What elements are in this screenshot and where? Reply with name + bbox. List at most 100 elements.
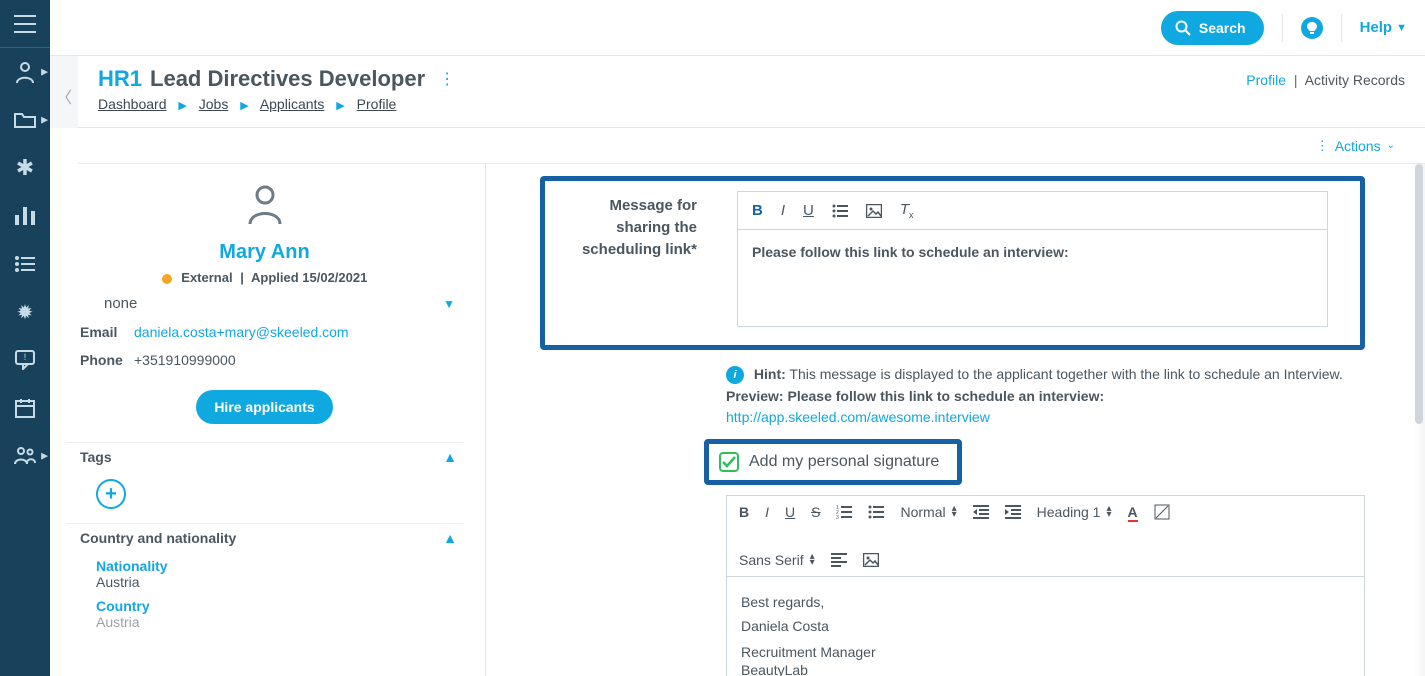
collapse-panel-button[interactable]: 〈	[50, 56, 78, 128]
check-icon	[722, 456, 736, 468]
bullet-list-button[interactable]	[832, 204, 848, 218]
italic-button[interactable]: I	[781, 202, 785, 219]
image-button[interactable]	[866, 204, 882, 218]
dots-vertical-icon: ⋮	[1316, 138, 1329, 154]
sidebar-item-folder[interactable]: ▶	[0, 96, 50, 144]
sidebar-item-list[interactable]	[0, 240, 50, 288]
bold-button[interactable]: B	[739, 504, 749, 520]
chevron-right-icon: ▶	[41, 115, 48, 126]
sidebar-item-network[interactable]: ✹	[0, 288, 50, 336]
image-button[interactable]	[863, 553, 879, 567]
signature-line: BeautyLab	[741, 661, 1350, 676]
tab-profile[interactable]: Profile	[1246, 72, 1286, 88]
clear-format-button[interactable]: Tx	[900, 201, 914, 220]
sidebar-item-profile[interactable]: ▶	[0, 48, 50, 96]
sidebar-item-people[interactable]: ▶	[0, 432, 50, 480]
image-icon	[863, 553, 879, 567]
bold-button[interactable]: B	[752, 202, 763, 219]
bullet-list-button[interactable]	[868, 505, 884, 519]
calendar-icon	[15, 398, 35, 418]
signature-line: Best regards,	[741, 591, 1350, 615]
help-menu[interactable]: Help ▼	[1360, 19, 1407, 36]
info-icon: i	[726, 366, 744, 384]
hints-button[interactable]	[1301, 17, 1323, 39]
right-panel: Message for sharing the scheduling link*…	[485, 164, 1425, 676]
status-dot-icon	[162, 274, 172, 284]
search-icon	[1175, 20, 1191, 36]
strike-button[interactable]: S	[811, 504, 820, 520]
list-icon	[868, 505, 884, 519]
italic-button[interactable]: I	[765, 504, 769, 520]
hire-applicants-button[interactable]: Hire applicants	[196, 390, 332, 424]
nationality-label: Nationality	[96, 558, 463, 574]
applicant-status: External | Applied 15/02/2021	[66, 270, 463, 285]
underline-button[interactable]: U	[803, 202, 814, 219]
breadcrumb-item[interactable]: Jobs	[199, 96, 229, 112]
tab-activity-records[interactable]: Activity Records	[1305, 72, 1405, 88]
editor-toolbar: B I U Tx	[738, 192, 1327, 230]
underline-button[interactable]: U	[785, 504, 795, 520]
sidebar-item-calendar[interactable]	[0, 384, 50, 432]
breadcrumb-item[interactable]: Applicants	[260, 96, 325, 112]
signature-checkbox[interactable]	[719, 452, 739, 472]
search-button[interactable]: Search	[1161, 11, 1264, 45]
scrollbar-thumb[interactable]	[1415, 164, 1423, 424]
preview-link[interactable]: http://app.skeeled.com/awesome.interview	[726, 409, 990, 425]
phone-row: Phone +351910999000	[66, 346, 463, 374]
status-select[interactable]: none ▼	[66, 285, 463, 318]
actions-label: Actions	[1335, 138, 1381, 154]
indent-increase-button[interactable]	[1005, 505, 1021, 519]
avatar	[66, 184, 463, 231]
tags-section-label: Tags	[80, 449, 112, 465]
chevron-up-icon: ▲	[443, 530, 457, 546]
svg-text:!: !	[24, 352, 27, 362]
breadcrumb-item[interactable]: Dashboard	[98, 96, 167, 112]
phone-label: Phone	[80, 352, 124, 368]
title-actions-menu[interactable]: ⋮	[433, 69, 455, 89]
email-value[interactable]: daniela.costa+mary@skeeled.com	[134, 324, 349, 340]
phone-value: +351910999000	[134, 352, 236, 368]
preview-label: Preview:	[726, 388, 784, 404]
heading-select-value: Heading 1	[1037, 504, 1101, 520]
signature-checkbox-block: Add my personal signature	[704, 439, 962, 485]
signature-line: Daniela Costa	[741, 615, 1350, 639]
topbar: Search Help ▼	[50, 0, 1425, 56]
list-icon	[832, 204, 848, 218]
signature-line: Recruitment Manager	[741, 643, 1350, 661]
title-text: Lead Directives Developer	[150, 66, 425, 92]
actions-menu[interactable]: ⋮ Actions ⌄	[1316, 138, 1395, 154]
sidebar-menu-toggle[interactable]	[0, 0, 50, 48]
actions-row: ⋮ Actions ⌄	[78, 128, 1425, 164]
page-header-right: Profile | Activity Records	[1246, 66, 1405, 88]
chevron-right-icon: ▶	[232, 100, 256, 112]
align-button[interactable]	[831, 553, 847, 567]
font-select-value: Sans Serif	[739, 552, 804, 568]
profile-panel: Mary Ann External | Applied 15/02/2021 n…	[50, 164, 480, 676]
help-label: Help	[1360, 19, 1393, 36]
sidebar-item-chart[interactable]	[0, 192, 50, 240]
chevron-down-icon: ▼	[443, 297, 455, 311]
editor-body[interactable]: Please follow this link to schedule an i…	[738, 230, 1327, 326]
scheduling-message-label: Message for sharing the scheduling link*	[567, 191, 697, 327]
chevron-updown-icon: ▴▾	[810, 554, 815, 566]
heading-select[interactable]: Heading 1 ▴▾	[1037, 504, 1112, 520]
sidebar-item-asterisk[interactable]: ✱	[0, 144, 50, 192]
country-section-header[interactable]: Country and nationality ▲	[66, 523, 463, 554]
text-color-button[interactable]: A	[1128, 504, 1138, 520]
title-prefix: HR1	[98, 66, 142, 92]
indent-decrease-button[interactable]	[973, 505, 989, 519]
ordered-list-button[interactable]: 123	[836, 505, 852, 519]
person-icon	[246, 184, 284, 226]
highlight-button[interactable]	[1154, 504, 1170, 520]
breadcrumb-item[interactable]: Profile	[357, 96, 397, 112]
add-tag-button[interactable]: +	[96, 479, 126, 509]
paragraph-style-select[interactable]: Normal ▴▾	[900, 504, 956, 520]
tags-section-header[interactable]: Tags ▲	[66, 442, 463, 473]
font-select[interactable]: Sans Serif ▴▾	[739, 552, 815, 568]
sidebar-item-comment[interactable]: !	[0, 336, 50, 384]
divider: |	[1290, 72, 1302, 88]
sidebar: ▶ ▶ ✱ ✹ ! ▶	[0, 0, 50, 676]
plus-icon: +	[105, 483, 117, 506]
align-icon	[831, 553, 847, 567]
signature-body[interactable]: Best regards, Daniela Costa Recruitment …	[727, 577, 1364, 676]
